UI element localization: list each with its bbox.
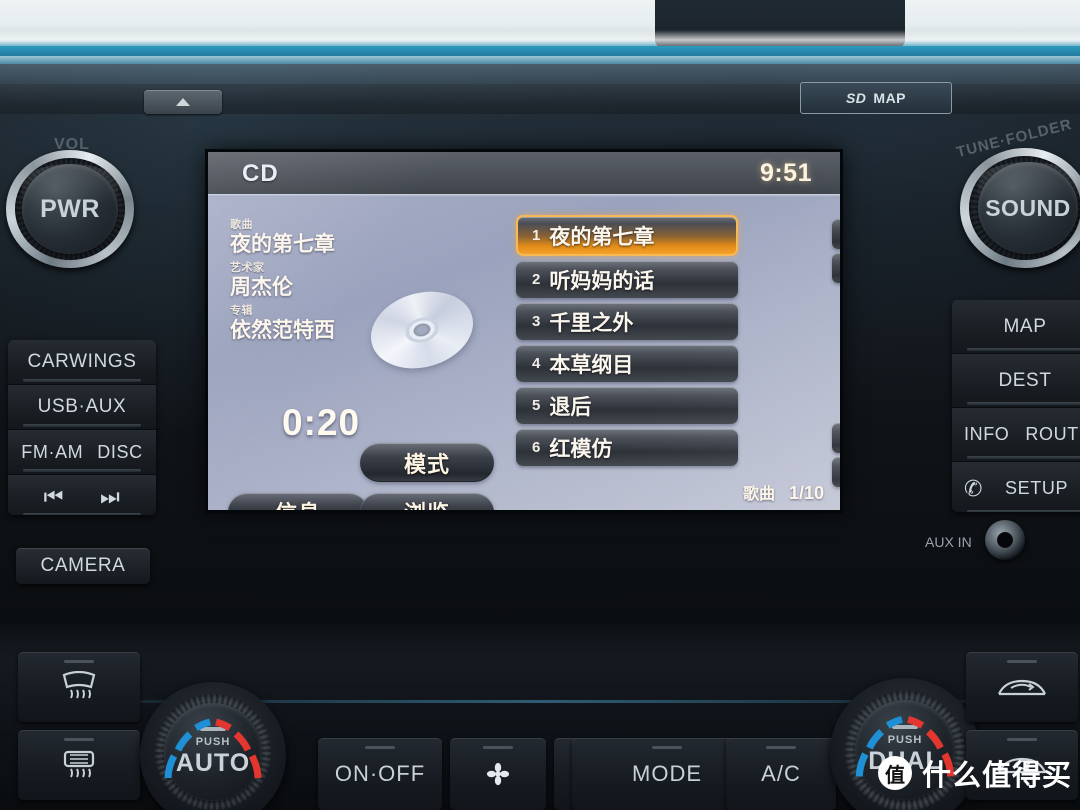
front-defrost-button[interactable] — [18, 652, 140, 722]
camera-label: CAMERA — [40, 555, 126, 576]
track-title: 退后 — [549, 395, 592, 419]
scroll-up-button[interactable]: ∧ — [832, 253, 840, 283]
audio-source-label: CD — [242, 160, 279, 187]
mode-label: 模式 — [403, 451, 450, 477]
driver-temperature-knob[interactable]: PUSH AUTO — [140, 682, 288, 810]
rear-defrost-icon — [63, 750, 95, 778]
track-title: 千里之外 — [549, 311, 634, 335]
info-route-button[interactable]: INFO ROUTE — [952, 408, 1080, 462]
setup-label: SETUP — [1005, 478, 1069, 498]
power-knob-label: PWR — [40, 194, 100, 223]
watermark-badge-icon: 值 — [877, 756, 912, 790]
sd-card-icon: SD — [845, 90, 867, 106]
car-head-unit-photo: SD MAP VOL PWR TUNE·FOLDER SOUND CARWING… — [0, 0, 1080, 810]
track-title: 夜的第七章 — [549, 225, 655, 249]
track-title: 红模仿 — [549, 437, 613, 461]
mode-button[interactable]: 模式 — [360, 443, 494, 482]
info-label: INFO — [964, 424, 1010, 444]
elapsed-time: 0:20 — [282, 402, 361, 443]
previous-track-icon[interactable]: ⏮ — [44, 484, 64, 510]
sd-map-label: MAP — [873, 90, 907, 106]
eject-icon — [176, 98, 190, 106]
track-number: 5 — [532, 397, 541, 414]
phone-setup-button[interactable]: ✆ SETUP — [952, 462, 1080, 512]
track-list: 1 夜的第七章 2 听妈妈的话 3 千里之外 4 本草纲目 5 退后 6 红模仿 — [516, 215, 738, 471]
scroll-page-up-button[interactable]: « — [832, 219, 840, 249]
dest-button[interactable]: DEST — [952, 354, 1080, 408]
fan-decrease-button[interactable] — [450, 738, 546, 810]
track-skip-buttons[interactable]: ⏮ ⏭ — [8, 475, 156, 515]
fan-small-icon — [486, 762, 510, 786]
clock: 9:51 — [759, 159, 812, 187]
track-title: 本草纲目 — [549, 353, 634, 377]
map-label: MAP — [1003, 315, 1047, 337]
sound-tune-knob[interactable]: SOUND — [960, 148, 1080, 270]
usb-aux-button[interactable]: USB·AUX — [8, 385, 156, 430]
power-volume-knob[interactable]: PWR — [6, 150, 136, 270]
track-row[interactable]: 3 千里之外 — [516, 303, 738, 340]
ac-label: A/C — [761, 761, 801, 786]
song-title: 夜的第七章 — [230, 233, 335, 256]
fm-am-disc-button[interactable]: FM·AM DISC — [8, 430, 156, 475]
track-row[interactable]: 1 夜的第七章 — [516, 215, 738, 256]
rear-defrost-button[interactable] — [18, 730, 140, 800]
track-row[interactable]: 5 退后 — [516, 387, 738, 424]
track-number: 4 — [532, 355, 541, 372]
fm-am-label: FM·AM — [21, 441, 84, 462]
browse-label: 浏览 — [404, 496, 450, 510]
browse-button[interactable]: 浏览 — [360, 493, 494, 510]
driver-temp-scale — [164, 718, 262, 779]
status-track-index: 1/10 — [788, 483, 824, 503]
status-bar: 歌曲 1/10 — [743, 480, 824, 504]
track-title: 听妈妈的话 — [549, 269, 655, 293]
song-caption: 歌曲 — [230, 219, 253, 231]
disc-label: DISC — [97, 441, 143, 462]
carwings-label: CARWINGS — [27, 351, 137, 372]
screen-body: 歌曲 夜的第七章 艺术家 周杰伦 专辑 依然范特西 0:20 模式 信息 浏览 — [208, 197, 840, 510]
mode-button-label: MODE — [632, 761, 702, 786]
info-button[interactable]: 信息 — [228, 493, 368, 510]
scroll-page-down-button[interactable]: » — [832, 457, 840, 487]
track-list-scrollbar[interactable]: « ∧ ∨ » — [832, 219, 840, 489]
track-row[interactable]: 2 听妈妈的话 — [516, 261, 738, 298]
next-track-icon[interactable]: ⏭ — [100, 484, 120, 510]
left-button-stack: CARWINGS USB·AUX FM·AM DISC ⏮ ⏭ — [8, 340, 156, 515]
track-number: 2 — [532, 271, 541, 288]
artist-name: 周杰伦 — [230, 276, 293, 299]
site-watermark: 值 什么值得买 — [877, 752, 1072, 794]
map-button[interactable]: MAP — [952, 300, 1080, 354]
watermark-text: 什么值得买 — [921, 760, 1072, 792]
track-row[interactable]: 4 本草纲目 — [516, 345, 738, 382]
screen-header-bar — [208, 152, 840, 196]
phone-icon[interactable]: ✆ — [964, 476, 983, 502]
aux-in-label: AUX IN — [925, 534, 972, 550]
track-number: 1 — [532, 227, 541, 244]
fresh-air-button[interactable] — [966, 652, 1078, 722]
ac-button[interactable]: A/C — [726, 738, 836, 810]
usb-aux-label: USB·AUX — [37, 396, 127, 417]
route-label: ROUTE — [1025, 424, 1080, 444]
track-row[interactable]: 6 红模仿 — [516, 429, 738, 466]
climate-on-off-button[interactable]: ON·OFF — [318, 738, 442, 810]
infotainment-screen[interactable]: CD 9:51 歌曲 夜的第七章 艺术家 周杰伦 专辑 依然范特西 0:20 模… — [208, 152, 840, 510]
artist-caption: 艺术家 — [230, 262, 265, 274]
front-defrost-icon — [62, 671, 96, 699]
sd-map-card-slot[interactable]: SD MAP — [800, 82, 952, 114]
status-category-label: 歌曲 — [742, 486, 775, 503]
carwings-button[interactable]: CARWINGS — [8, 340, 156, 385]
on-off-label: ON·OFF — [334, 761, 426, 786]
right-button-stack: MAP DEST INFO ROUTE ✆ SETUP — [952, 300, 1080, 512]
sound-knob-label: SOUND — [985, 194, 1071, 221]
camera-button[interactable]: CAMERA — [16, 548, 150, 584]
info-button-label: 信息 — [275, 496, 321, 510]
dest-label: DEST — [998, 369, 1052, 391]
fresh-air-icon — [998, 679, 1046, 696]
aux-in-jack[interactable] — [985, 520, 1025, 560]
scroll-down-button[interactable]: ∨ — [832, 423, 840, 453]
eject-button[interactable] — [144, 90, 222, 114]
track-number: 3 — [532, 313, 541, 330]
track-number: 6 — [532, 439, 541, 456]
